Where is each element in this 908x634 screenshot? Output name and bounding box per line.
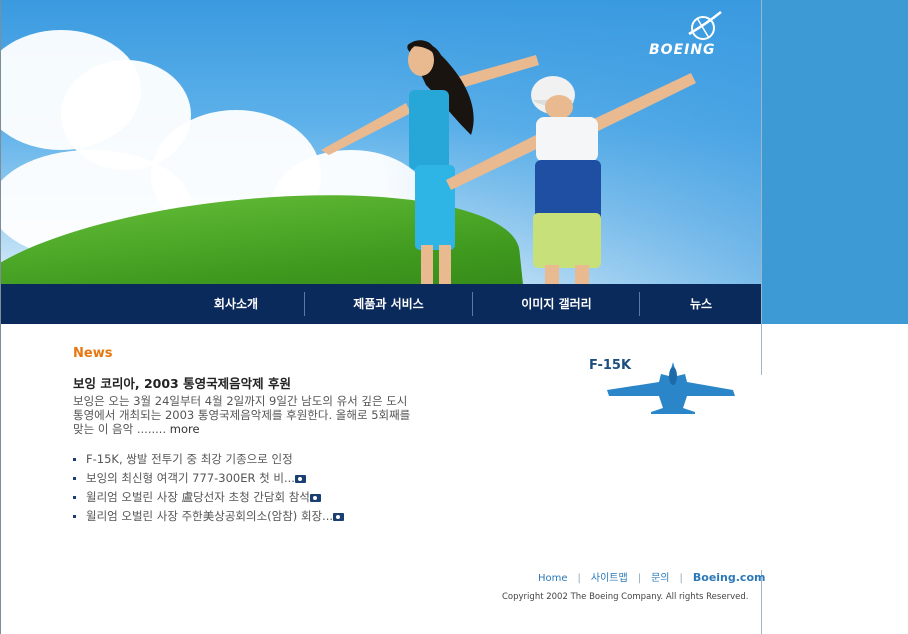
news-headline[interactable]: 보잉 코리아, 2003 통영국제음악제 후원 — [73, 373, 291, 392]
sky-side-panel — [762, 0, 908, 324]
footer-link-sitemap[interactable]: 사이트맵 — [591, 573, 628, 584]
nav-divider — [304, 292, 305, 316]
list-item[interactable]: F-15K, 쌍발 전투기 중 최강 기종으로 인정 — [73, 450, 344, 469]
camera-icon — [309, 493, 321, 502]
news-list: F-15K, 쌍발 전투기 중 최강 기종으로 인정 보잉의 최신형 여객기 7… — [73, 450, 345, 526]
news-summary-text: 보잉은 오는 3월 24일부터 4월 2일까지 9일간 남도의 유서 깊은 도시… — [73, 394, 411, 436]
bullet-icon — [73, 458, 76, 461]
footer-link-home[interactable]: Home — [538, 573, 568, 584]
bullet-icon — [73, 496, 76, 499]
bullet-icon — [73, 515, 76, 518]
nav-item-company[interactable]: 회사소개 — [181, 284, 291, 324]
footer-link-contact[interactable]: 문의 — [651, 573, 669, 584]
list-item[interactable]: 윌리엄 오벌린 사장 주한美상공회의소(암참) 회장... — [73, 507, 345, 526]
copyright-text: Copyright 2002 The Boeing Company. All r… — [502, 592, 749, 602]
list-item[interactable]: 보잉의 최신형 여객기 777-300ER 첫 비... — [73, 469, 344, 488]
news-item-text[interactable]: 윌리엄 오벌린 사장 盧당선자 초청 간담회 참석 — [86, 490, 310, 504]
bullet-icon — [73, 477, 76, 480]
boeing-logo-mark-icon — [688, 11, 722, 40]
nav-item-news[interactable]: 뉴스 — [651, 284, 751, 324]
list-item[interactable]: 윌리엄 오벌린 사장 盧당선자 초청 간담회 참석 — [73, 488, 344, 507]
news-item-text[interactable]: F-15K, 쌍발 전투기 중 최강 기종으로 인정 — [86, 452, 293, 466]
news-item-text[interactable]: 보잉의 최신형 여객기 777-300ER 첫 비... — [86, 471, 295, 485]
footer-separator: | — [637, 573, 642, 584]
news-section-title: News — [73, 346, 113, 361]
nav-divider — [639, 292, 640, 316]
camera-icon — [333, 512, 345, 521]
footer-separator: | — [577, 573, 581, 584]
f15k-promo[interactable]: F-15K — [585, 352, 745, 422]
boeing-logo[interactable]: BOEING — [649, 10, 749, 66]
news-summary: 보잉은 오는 3월 24일부터 4월 2일까지 9일간 남도의 유서 깊은 도시… — [73, 394, 413, 436]
nav-divider — [472, 292, 473, 316]
boy-figure — [446, 73, 696, 284]
main-nav: 회사소개 제품과 서비스 이미지 갤러리 뉴스 — [1, 284, 761, 324]
boeing-logo-text: BOEING — [649, 42, 716, 58]
footer-separator: | — [679, 573, 683, 584]
nav-item-gallery[interactable]: 이미지 갤러리 — [484, 284, 629, 324]
footer-links: Home | 사이트맵 | 문의 | Boeing.com — [533, 569, 770, 584]
camera-icon — [294, 474, 306, 483]
divider-gap — [761, 375, 762, 570]
news-item-text[interactable]: 윌리엄 오벌린 사장 주한美상공회의소(암참) 회장... — [86, 509, 333, 523]
hero-banner: BOEING — [1, 0, 761, 284]
footer-link-boeing-com[interactable]: Boeing.com — [693, 571, 766, 584]
fighter-jet-icon — [607, 362, 735, 414]
more-link[interactable]: more — [170, 422, 200, 436]
nav-item-products[interactable]: 제품과 서비스 — [316, 284, 461, 324]
